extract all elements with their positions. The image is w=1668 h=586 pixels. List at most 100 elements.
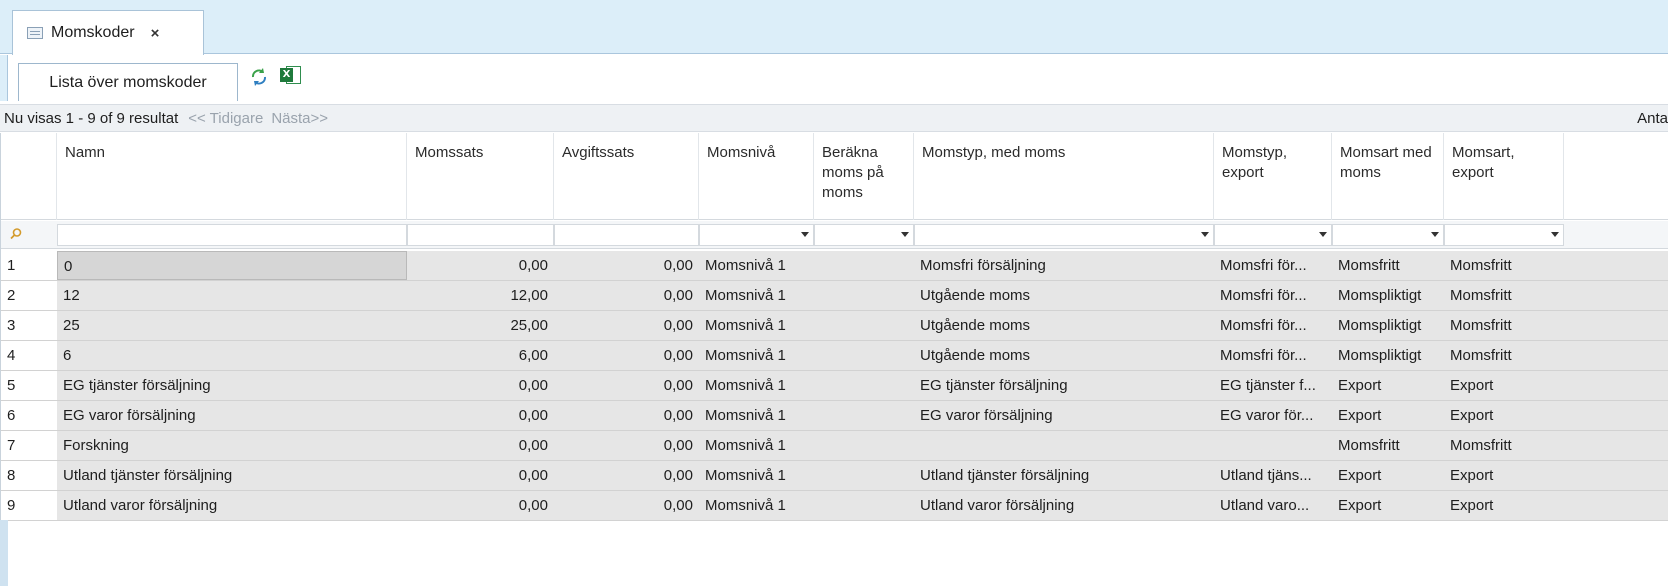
cell-momsart-export[interactable]: Export (1444, 371, 1564, 400)
filter-momsart[interactable] (1332, 224, 1444, 246)
cell-momstyp[interactable]: Utgående moms (914, 341, 1214, 370)
cell-momsart-export[interactable]: Export (1444, 401, 1564, 430)
cell-momstyp[interactable] (914, 431, 1214, 460)
table-row[interactable]: 6 EG varor försäljning 0,00 0,00 Momsnivå 1E… (1, 401, 1668, 431)
cell-momstyp-export[interactable]: Momsfri för... (1214, 311, 1332, 340)
refresh-icon[interactable] (248, 66, 270, 88)
cell-momsart[interactable]: Export (1332, 491, 1444, 520)
cell-avgiftssats[interactable]: 0,00 (554, 461, 699, 490)
filter-momsniva[interactable] (699, 224, 814, 246)
cell-momsniva[interactable]: Momsnivå 1 (699, 491, 814, 520)
cell-berakna[interactable] (814, 251, 914, 280)
table-row[interactable]: 5 EG tjänster försäljning 0,00 0,00 Momsnivå… (1, 371, 1668, 401)
cell-avgiftssats[interactable]: 0,00 (554, 401, 699, 430)
cell-momssats[interactable]: 0,00 (407, 401, 554, 430)
cell-momssats[interactable]: 6,00 (407, 341, 554, 370)
table-row[interactable]: 2 12 12,00 0,00 Momsnivå 1 Utgående moms Momsf… (1, 281, 1668, 311)
cell-momstyp-export[interactable]: EG tjänster f... (1214, 371, 1332, 400)
cell-avgiftssats[interactable]: 0,00 (554, 251, 699, 280)
cell-momstyp[interactable]: Utland tjänster försäljning (914, 461, 1214, 490)
cell-berakna[interactable] (814, 341, 914, 370)
cell-momsniva[interactable]: Momsnivå 1 (699, 251, 814, 280)
cell-momssats[interactable]: 0,00 (407, 491, 554, 520)
cell-avgiftssats[interactable]: 0,00 (554, 491, 699, 520)
col-header-momstyp-export[interactable]: Momstyp, export (1214, 133, 1332, 220)
cell-momstyp[interactable]: EG tjänster försäljning (914, 371, 1214, 400)
cell-momsart[interactable]: Momspliktigt (1332, 341, 1444, 370)
cell-momsart[interactable]: Export (1332, 371, 1444, 400)
table-row[interactable]: 7 Forskning 0,00 0,00 Momsnivå 1 Momsfritt Mom… (1, 431, 1668, 461)
cell-avgiftssats[interactable]: 0,00 (554, 431, 699, 460)
cell-namn[interactable]: 12 (57, 281, 407, 310)
cell-momsart[interactable]: Export (1332, 461, 1444, 490)
filter-avgiftssats[interactable] (554, 224, 699, 246)
col-header-momstyp[interactable]: Momstyp, med moms (914, 133, 1214, 220)
cell-namn[interactable]: EG tjänster försäljning (57, 371, 407, 400)
cell-momstyp[interactable]: Utgående moms (914, 281, 1214, 310)
cell-momstyp-export[interactable]: Momsfri för... (1214, 251, 1332, 280)
cell-berakna[interactable] (814, 281, 914, 310)
prev-page-link[interactable]: << Tidigare (188, 110, 263, 127)
cell-avgiftssats[interactable]: 0,00 (554, 371, 699, 400)
table-row[interactable]: 8 Utland tjänster försäljning 0,00 0,00 Moms… (1, 461, 1668, 491)
cell-namn[interactable]: EG varor försäljning (57, 401, 407, 430)
cell-momsart-export[interactable]: Momsfritt (1444, 281, 1564, 310)
filter-namn[interactable] (57, 224, 407, 246)
filter-momsart-export[interactable] (1444, 224, 1564, 246)
cell-avgiftssats[interactable]: 0,00 (554, 341, 699, 370)
cell-berakna[interactable] (814, 401, 914, 430)
cell-namn[interactable]: Forskning (57, 431, 407, 460)
cell-momstyp[interactable]: Utgående moms (914, 311, 1214, 340)
filter-berakna[interactable] (814, 224, 914, 246)
cell-momstyp-export[interactable]: Utland tjäns... (1214, 461, 1332, 490)
col-header-berakna[interactable]: Beräkna moms på moms (814, 133, 914, 220)
cell-momsart[interactable]: Momsfritt (1332, 251, 1444, 280)
cell-namn[interactable]: Utland tjänster försäljning (57, 461, 407, 490)
cell-momstyp-export[interactable]: EG varor för... (1214, 401, 1332, 430)
table-row[interactable]: 9 Utland varor försäljning 0,00 0,00 Momsniv… (1, 491, 1668, 521)
cell-berakna[interactable] (814, 431, 914, 460)
cell-namn[interactable]: 0 (57, 251, 407, 280)
cell-momstyp[interactable]: Utland varor försäljning (914, 491, 1214, 520)
col-header-momsart-export[interactable]: Momsart, export (1444, 133, 1564, 220)
cell-momsniva[interactable]: Momsnivå 1 (699, 371, 814, 400)
cell-momsart-export[interactable]: Momsfritt (1444, 251, 1564, 280)
filter-momstyp[interactable] (914, 224, 1214, 246)
cell-avgiftssats[interactable]: 0,00 (554, 281, 699, 310)
cell-momssats[interactable]: 12,00 (407, 281, 554, 310)
cell-momsart[interactable]: Export (1332, 401, 1444, 430)
cell-momsniva[interactable]: Momsnivå 1 (699, 461, 814, 490)
cell-momsniva[interactable]: Momsnivå 1 (699, 401, 814, 430)
cell-berakna[interactable] (814, 371, 914, 400)
cell-momsart-export[interactable]: Momsfritt (1444, 341, 1564, 370)
col-header-momsart[interactable]: Momsart med moms (1332, 133, 1444, 220)
cell-momsniva[interactable]: Momsnivå 1 (699, 431, 814, 460)
cell-momstyp-export[interactable]: Utland varo... (1214, 491, 1332, 520)
excel-export-icon[interactable]: X (280, 64, 302, 86)
cell-momssats[interactable]: 0,00 (407, 461, 554, 490)
cell-berakna[interactable] (814, 311, 914, 340)
cell-momstyp-export[interactable]: Momsfri för... (1214, 341, 1332, 370)
cell-momstyp[interactable]: EG varor försäljning (914, 401, 1214, 430)
col-header-namn[interactable]: Namn (57, 133, 407, 220)
table-row[interactable]: 4 6 6,00 0,00 Momsnivå 1 Utgående moms Momsfri… (1, 341, 1668, 371)
cell-momssats[interactable]: 25,00 (407, 311, 554, 340)
cell-namn[interactable]: 6 (57, 341, 407, 370)
next-page-link[interactable]: Nästa>> (271, 110, 328, 127)
table-row[interactable]: 1 0 0,00 0,00 Momsnivå 1 Momsfri försäljning M… (1, 251, 1668, 281)
cell-namn[interactable]: Utland varor försäljning (57, 491, 407, 520)
filter-momstyp-export[interactable] (1214, 224, 1332, 246)
col-header-avgiftssats[interactable]: Avgiftssats (554, 133, 699, 220)
tab-momskoder[interactable]: Momskoder × (12, 10, 204, 55)
close-tab-icon[interactable]: × (151, 25, 160, 42)
cell-momsart[interactable]: Momspliktigt (1332, 311, 1444, 340)
cell-momsart-export[interactable]: Export (1444, 461, 1564, 490)
cell-momstyp-export[interactable]: Momsfri för... (1214, 281, 1332, 310)
filter-momssats[interactable] (407, 224, 554, 246)
cell-momsart[interactable]: Momspliktigt (1332, 281, 1444, 310)
tab-lista-over-momskoder[interactable]: Lista över momskoder (18, 63, 238, 101)
cell-momsart-export[interactable]: Export (1444, 491, 1564, 520)
cell-momstyp-export[interactable] (1214, 431, 1332, 460)
cell-momstyp[interactable]: Momsfri försäljning (914, 251, 1214, 280)
cell-avgiftssats[interactable]: 0,00 (554, 311, 699, 340)
